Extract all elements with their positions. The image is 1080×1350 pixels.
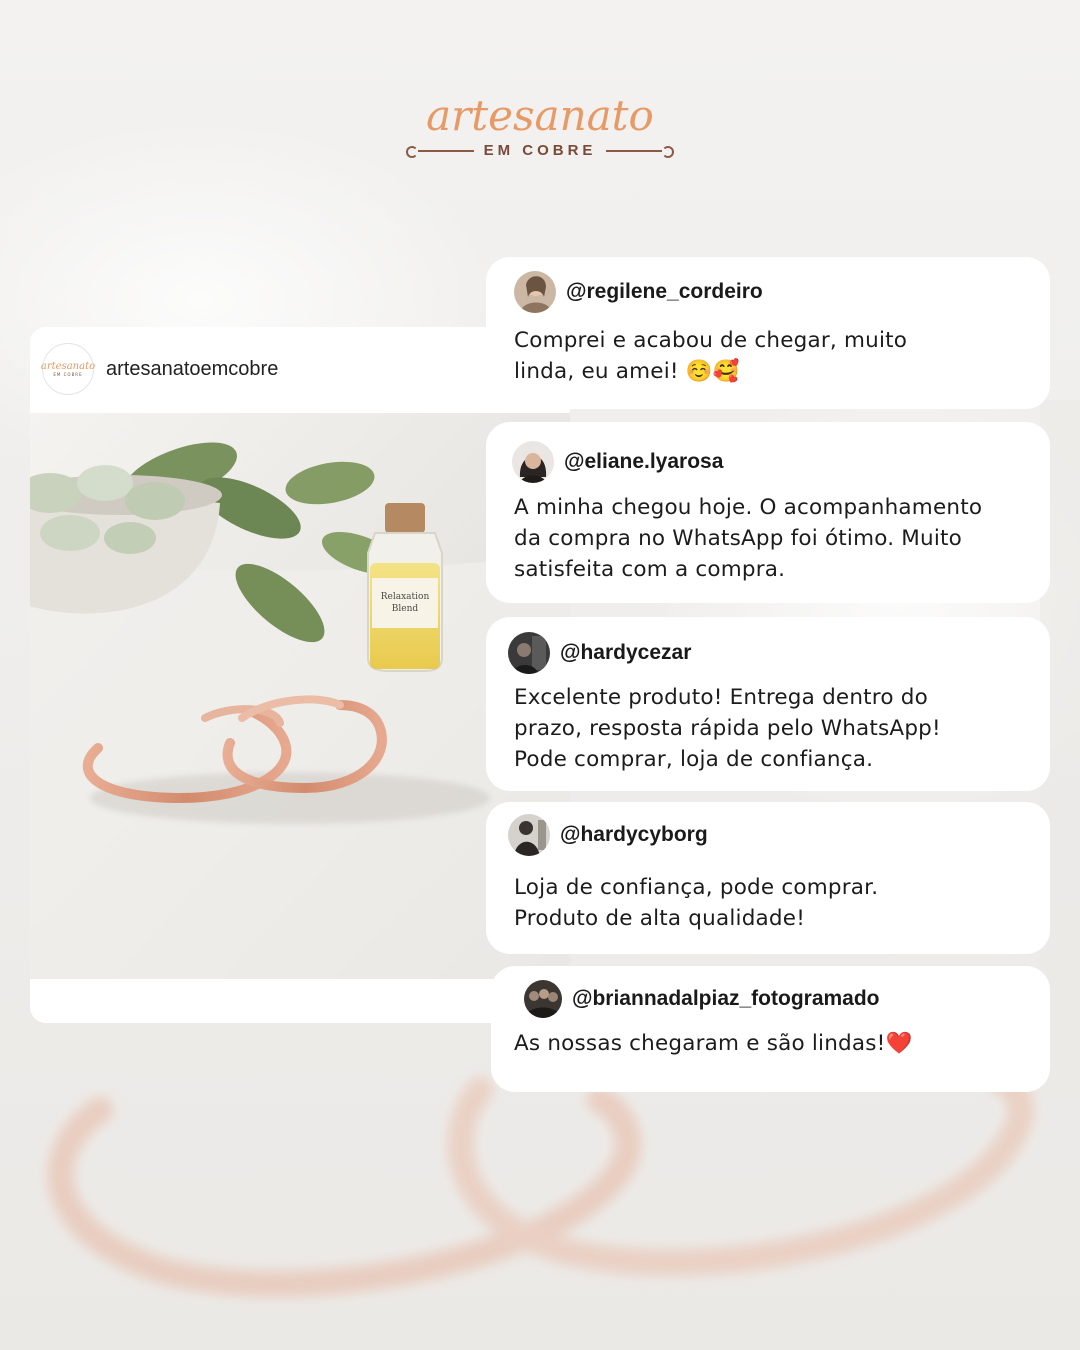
avatar[interactable] [508,814,550,856]
comment-username[interactable]: @hardycezar [560,641,691,665]
avatar[interactable] [524,980,562,1018]
comment-text: Comprei e acabou de chegar, muito linda,… [514,328,908,384]
logo-sub-row: EM COBRE [0,142,1080,159]
comment-header: @briannadalpiaz_fotogramado [524,980,880,1018]
bottle-label-line2: Blend [392,604,419,614]
comment-card: @hardycyborg Loja de confiança, pode com… [486,802,1050,954]
comment-username[interactable]: @briannadalpiaz_fotogramado [572,987,880,1011]
comment-username[interactable]: @hardycyborg [560,823,708,847]
comment-header: @hardycyborg [508,814,708,856]
logo-ornament-left [405,145,474,158]
comment-text: As nossas chegaram e são lindas!❤️ [514,1031,913,1056]
post-avatar-logo-script: artesanato [40,361,96,372]
logo-sub-text: EM COBRE [483,142,597,159]
comment-username[interactable]: @regilene_cordeiro [566,280,763,304]
comment-card: @briannadalpiaz_fotogramado As nossas ch… [491,966,1050,1092]
comment-card: @hardycezar Excelente produto! Entrega d… [486,617,1050,791]
comment-text: A minha chegou hoje. O acompanhamento da… [514,495,983,582]
comment-text: Loja de confiança, pode comprar. Produto… [514,875,879,931]
comment-card: @regilene_cordeiro Comprei e acabou de c… [486,257,1050,409]
post-username[interactable]: artesanatoemcobre [106,358,278,381]
comment-card: @eliane.lyarosa A minha chegou hoje. O a… [486,422,1050,603]
comment-header: @hardycezar [508,632,691,674]
comment-username[interactable]: @eliane.lyarosa [564,450,723,474]
avatar[interactable] [512,441,554,483]
comment-header: @eliane.lyarosa [512,441,723,483]
bottle-label-line1: Relaxation [381,592,430,602]
avatar[interactable] [508,632,550,674]
brand-logo: artesanato EM COBRE [0,92,1080,159]
comment-text: Excelente produto! Entrega dentro do pra… [514,685,941,772]
post-avatar[interactable]: artesanato EM COBRE [40,343,96,395]
post-avatar-logo-sub: EM COBRE [53,372,83,377]
logo-ornament-right [606,145,675,158]
logo-script-text: artesanato [426,91,654,140]
comment-header: @regilene_cordeiro [514,271,763,313]
avatar[interactable] [514,271,556,313]
